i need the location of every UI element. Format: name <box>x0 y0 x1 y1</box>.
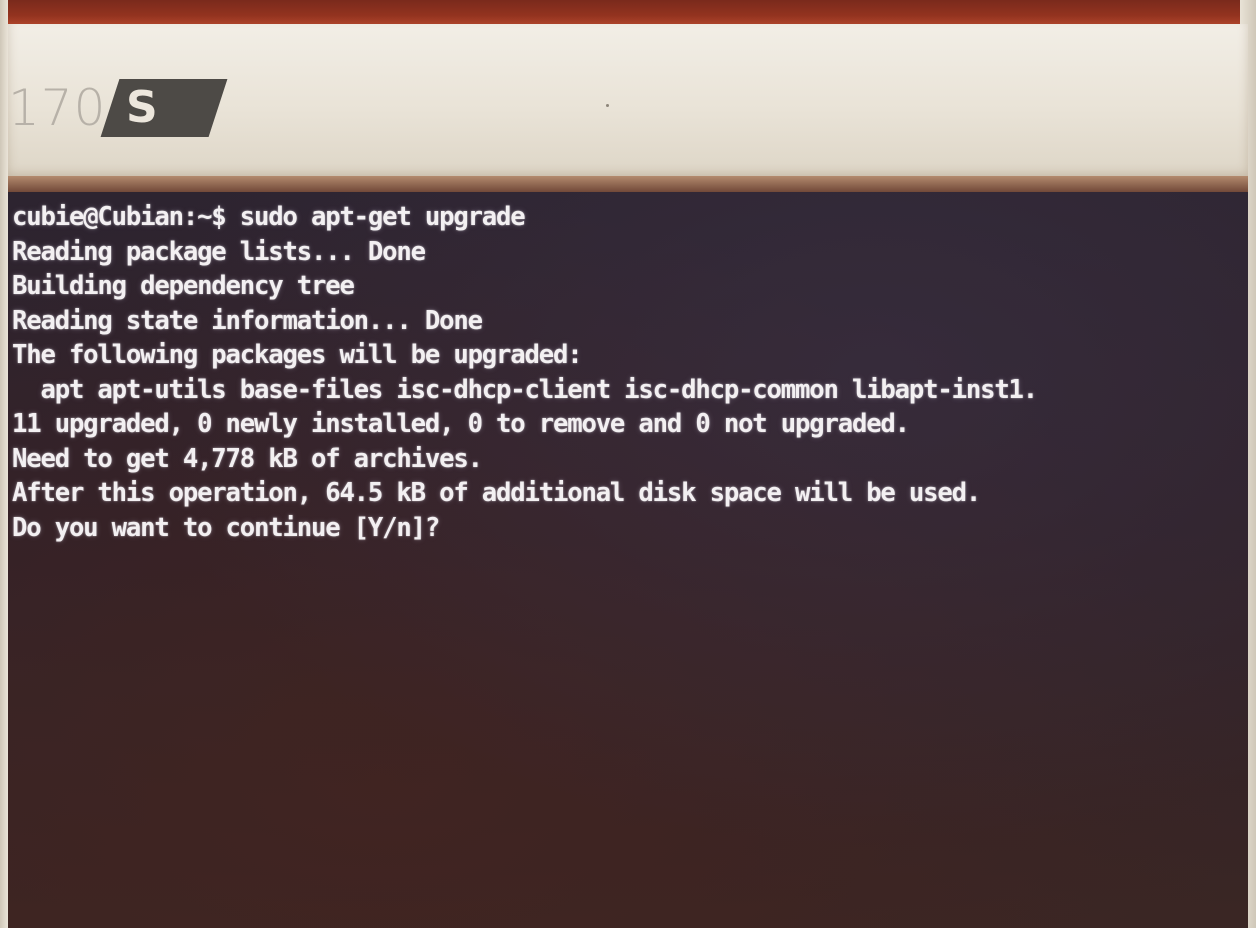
terminal-screen[interactable]: cubie@Cubian:~$ sudo apt-get upgrade Read… <box>8 192 1248 928</box>
terminal-line: The following packages will be upgraded: <box>12 340 583 370</box>
monitor-model-badge: 170 S <box>8 76 228 140</box>
terminal-line: 11 upgraded, 0 newly installed, 0 to rem… <box>12 409 910 439</box>
terminal-line-prompt: cubie@Cubian:~$ sudo apt-get upgrade <box>12 202 526 232</box>
terminal-line: Reading state information... Done <box>12 305 483 336</box>
terminal-line: Building dependency tree <box>12 271 355 301</box>
model-suffix: S <box>126 82 159 133</box>
terminal-line: Need to get 4,778 kB of archives. <box>12 443 483 474</box>
background-fabric <box>0 0 1256 26</box>
model-number: 170 <box>8 79 107 137</box>
photo-scene: 170 S cubie@Cubian:~$ sudo apt-get upgra… <box>0 0 1256 928</box>
model-suffix-box: S <box>101 79 228 137</box>
bezel-left-edge <box>0 0 8 928</box>
terminal-line: Reading package lists... Done <box>12 236 426 267</box>
terminal-line-confirm-prompt: Do you want to continue [Y/n]? <box>12 512 440 543</box>
bezel-sensor-dot <box>606 104 609 107</box>
terminal-line-package-list: apt apt-utils base-files isc-dhcp-client… <box>12 374 1038 405</box>
terminal-output: cubie@Cubian:~$ sudo apt-get upgrade Read… <box>12 200 1226 545</box>
terminal-line: After this operation, 64.5 kB of additio… <box>12 478 981 508</box>
